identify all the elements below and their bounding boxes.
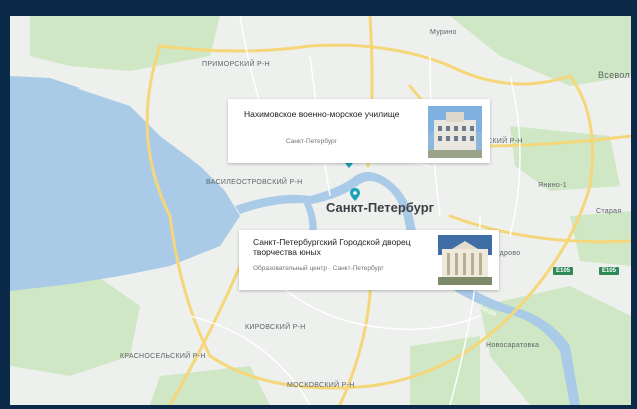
place-card-title: Санкт-Петербургский Городской дворец тво… xyxy=(253,237,411,257)
place-card-subtitle: Санкт-Петербург xyxy=(286,138,337,145)
label-city: Санкт-Петербург xyxy=(326,200,435,215)
label-primorsky-district: ПРИМОРСКИЙ Р-Н xyxy=(202,61,270,68)
road-shield: E105 xyxy=(553,267,574,275)
label-vsevolozhsk: Всевол xyxy=(598,70,631,80)
place-card-title: Нахимовское военно-морское училище xyxy=(244,109,400,119)
building-photo-icon xyxy=(428,106,482,158)
label-vasileostrovsky-district: ВАСИЛЕОСТРОВСКИЙ Р-Н xyxy=(206,179,303,186)
place-card-palace[interactable]: Санкт-Петербургский Городской дворец тво… xyxy=(239,230,499,290)
label-novosaratovka: Новосаратовка xyxy=(486,342,540,349)
label-krasnoselsky-district: КРАСНОСЕЛЬСКИЙ Р-Н xyxy=(120,353,206,360)
label-staraya: Старая xyxy=(596,208,622,215)
place-card-nakhimov[interactable]: Нахимовское военно-морское училище Санкт… xyxy=(228,99,490,163)
label-yanino: Янино-1 xyxy=(538,182,567,189)
road-shield: E105 xyxy=(599,267,620,275)
label-murino: Мурино xyxy=(430,29,457,36)
label-kudrovo: удрово xyxy=(496,250,521,257)
label-moskovsky-district: МОСКОВСКИЙ Р-Н xyxy=(287,382,355,389)
label-district-right: СКИЙ Р-Н xyxy=(487,138,523,145)
location-pin-icon[interactable] xyxy=(350,188,360,201)
place-card-subtitle: Образовательный центр · Санкт-Петербург xyxy=(253,265,384,272)
label-kirovsky-district: КИРОВСКИЙ Р-Н xyxy=(245,324,306,331)
palace-photo-icon xyxy=(438,235,492,285)
map-view[interactable]: Мурино ПРИМОРСКИЙ Р-Н Всевол СКИЙ Р-Н ВА… xyxy=(10,16,631,405)
map-frame: Мурино ПРИМОРСКИЙ Р-Н Всевол СКИЙ Р-Н ВА… xyxy=(0,0,637,409)
